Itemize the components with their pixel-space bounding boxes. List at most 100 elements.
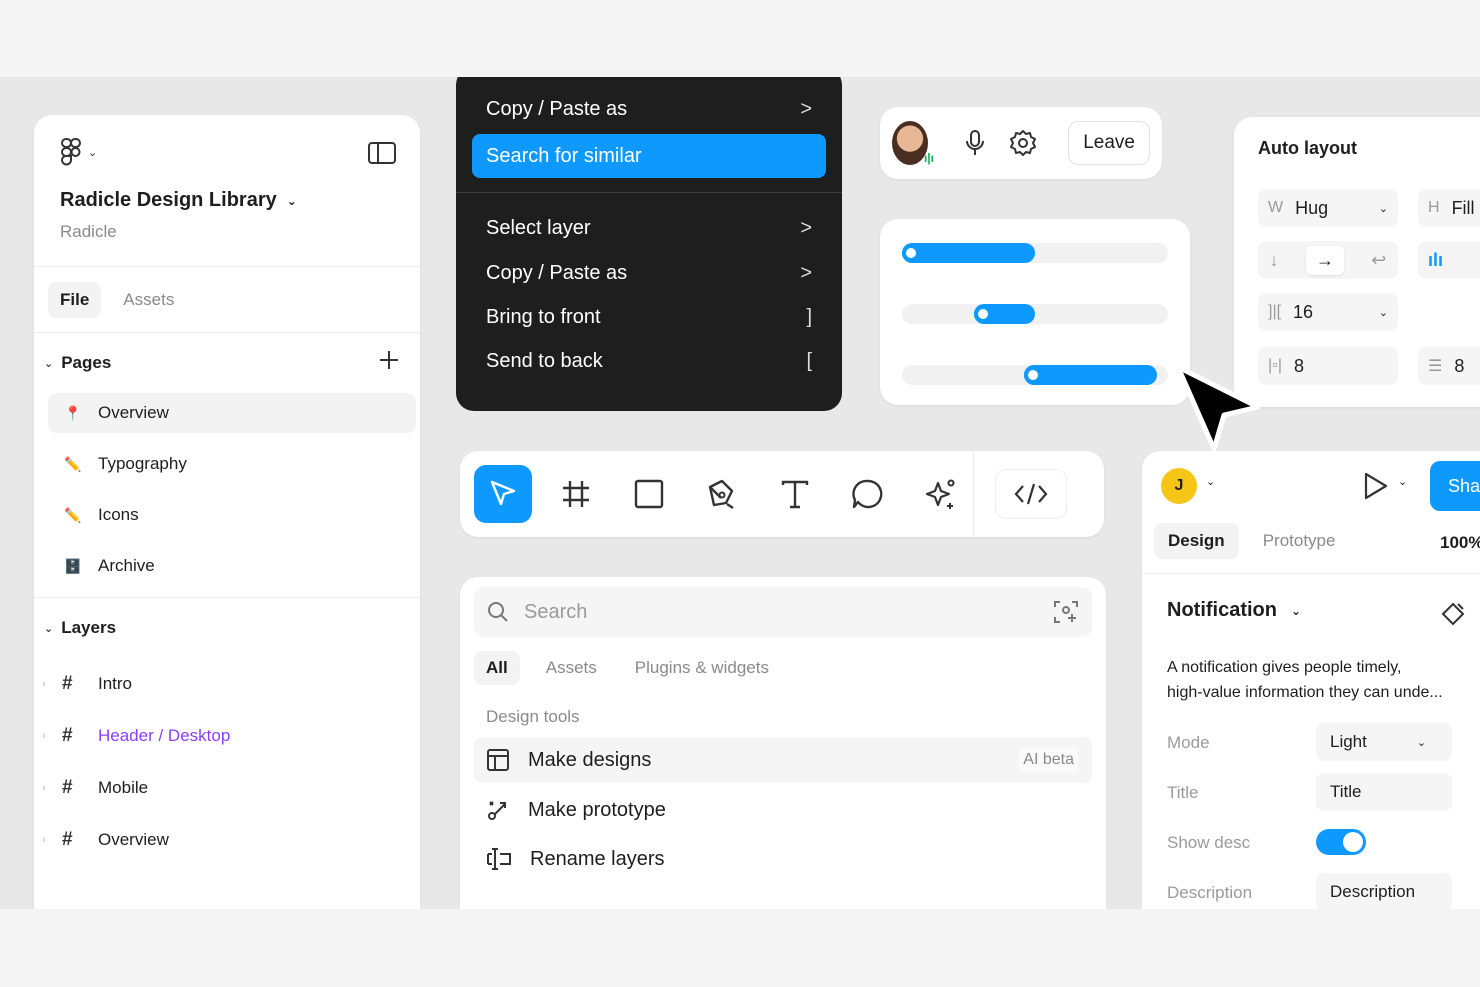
share-button[interactable]: Share <box>1430 461 1480 511</box>
page-item-archive[interactable]: 🗄️ Archive <box>48 546 416 586</box>
page-item-overview[interactable]: 📍 Overview <box>48 393 416 433</box>
tab-file[interactable]: File <box>48 281 102 318</box>
auto-layout-title: Auto layout <box>1258 138 1357 158</box>
rectangle-tool[interactable] <box>620 465 678 523</box>
chevron-down-icon: ⌄ <box>1378 306 1388 319</box>
menu-item-copy-paste-as[interactable]: Copy / Paste as > <box>472 87 826 131</box>
frame-tool[interactable] <box>547 465 605 523</box>
ai-beta-badge: AI beta <box>1019 748 1078 772</box>
search-box[interactable] <box>474 587 1092 637</box>
chevron-right-icon: > <box>800 261 812 284</box>
text-tool[interactable] <box>766 465 824 523</box>
menu-item-copy-paste-as-2[interactable]: Copy / Paste as > <box>472 251 826 295</box>
move-tool[interactable] <box>474 465 532 523</box>
section-heading-design-tools: Design tools <box>486 707 580 726</box>
left-sidebar: ⌄ Radicle Design Library ⌄ Radicle File … <box>34 115 420 909</box>
action-make-designs[interactable]: Make designs AI beta <box>474 737 1092 783</box>
pages-section-header[interactable]: ⌄ Pages <box>34 333 420 393</box>
arrow-right-icon[interactable]: → <box>1305 245 1344 275</box>
play-present-icon[interactable] <box>1360 471 1390 501</box>
direction-toggle[interactable]: ↓ → ↩ <box>1258 241 1398 279</box>
alignment-icon: ılı <box>1428 249 1444 270</box>
description-field[interactable]: Description <box>1316 873 1452 909</box>
component-description-line-1: A notification gives people timely, <box>1167 659 1402 676</box>
slider-handle[interactable] <box>902 244 920 262</box>
ai-search-icon[interactable] <box>1052 598 1080 626</box>
layer-label: Overview <box>98 830 169 849</box>
show-desc-toggle[interactable] <box>1316 829 1366 855</box>
horizontal-padding-input[interactable]: |▫| 8 <box>1258 347 1398 385</box>
menu-item-send-to-back[interactable]: Send to back [ <box>472 339 826 383</box>
participant-avatar[interactable]: ı|ı <box>892 121 934 165</box>
gap-input[interactable]: ]|[ 16 ⌄ <box>1258 293 1398 331</box>
chevron-down-icon[interactable]: ⌄ <box>1206 475 1215 488</box>
tab-design[interactable]: Design <box>1154 523 1239 559</box>
tab-prototype[interactable]: Prototype <box>1249 523 1350 559</box>
tab-assets[interactable]: Assets <box>111 282 186 318</box>
component-title[interactable]: Notification ⌄ <box>1167 599 1301 622</box>
divider <box>1142 573 1480 574</box>
project-subtitle: Radicle <box>60 222 117 241</box>
height-dropdown[interactable]: H Fill <box>1418 189 1480 227</box>
leave-call-button[interactable]: Leave <box>1068 121 1150 165</box>
wrap-icon[interactable]: ↩ <box>1371 250 1386 271</box>
chevron-down-icon: ⌄ <box>44 622 54 635</box>
menu-item-bring-to-front[interactable]: Bring to front ] <box>472 295 826 339</box>
range-slider-2[interactable] <box>902 304 1168 324</box>
page-item-icons[interactable]: ✏️ Icons <box>48 495 416 535</box>
pen-tool[interactable] <box>693 465 751 523</box>
search-input[interactable] <box>524 600 1004 624</box>
mode-dropdown[interactable]: Light ⌄ <box>1316 723 1452 761</box>
chevron-down-icon[interactable]: ⌄ <box>1398 475 1407 488</box>
layers-section-header[interactable]: ⌄ Layers <box>34 598 420 658</box>
edit-component-icon[interactable] <box>1440 601 1466 627</box>
chevron-right-icon[interactable]: › <box>42 782 62 794</box>
auto-layout-panel: Auto layout W Hug ⌄ H Fill ↓ → ↩ ılı ]|[… <box>1234 117 1480 407</box>
action-make-prototype[interactable]: Make prototype <box>474 787 1092 833</box>
tab-all[interactable]: All <box>474 651 520 685</box>
title-field[interactable]: Title <box>1316 773 1452 811</box>
page-item-typography[interactable]: ✏️ Typography <box>48 444 416 484</box>
range-slider-1[interactable] <box>902 243 1168 263</box>
layer-item-header-desktop[interactable]: › # Header / Desktop <box>34 710 420 762</box>
vertical-padding-input[interactable]: ☰ 8 <box>1418 347 1480 385</box>
chevron-right-icon[interactable]: › <box>42 834 62 846</box>
show-desc-label: Show desc <box>1167 833 1251 852</box>
menu-item-label: Select layer <box>486 216 591 239</box>
range-slider-3[interactable] <box>902 365 1168 385</box>
main-menu-button[interactable]: ⌄ <box>60 137 394 167</box>
tab-plugins-widgets[interactable]: Plugins & widgets <box>623 651 781 685</box>
chevron-down-icon: ⌄ <box>1416 736 1427 749</box>
zoom-level[interactable]: 100% <box>1440 533 1480 553</box>
chevron-down-icon: ⌄ <box>286 193 297 208</box>
action-rename-layers[interactable]: Rename layers <box>474 836 1092 882</box>
layer-item-intro[interactable]: › # Intro <box>34 658 420 710</box>
microphone-icon[interactable] <box>956 128 994 158</box>
design-properties-panel: J ⌄ ⌄ Share Design Prototype 100% Notifi… <box>1142 451 1480 909</box>
add-page-icon[interactable] <box>378 349 400 371</box>
tab-assets[interactable]: Assets <box>534 651 609 685</box>
component-name: Notification <box>1167 599 1277 621</box>
slider-handle[interactable] <box>973 305 992 323</box>
menu-item-search-similar[interactable]: Search for similar <box>472 134 826 178</box>
chevron-right-icon[interactable]: › <box>42 678 62 690</box>
layer-item-mobile[interactable]: › # Mobile <box>34 762 420 814</box>
dev-mode-toggle[interactable] <box>996 470 1066 518</box>
action-label: Make prototype <box>528 798 666 821</box>
action-label: Rename layers <box>530 847 665 870</box>
alignment-grid[interactable]: ılı <box>1418 241 1480 279</box>
ai-actions-tool[interactable] <box>912 465 970 523</box>
horizontal-padding-icon: |▫| <box>1268 357 1282 374</box>
width-dropdown[interactable]: W Hug ⌄ <box>1258 189 1398 227</box>
menu-item-select-layer[interactable]: Select layer > <box>472 206 826 250</box>
user-avatar[interactable]: J <box>1161 468 1197 504</box>
project-title[interactable]: Radicle Design Library ⌄ <box>60 189 394 212</box>
page-label: Icons <box>98 505 139 524</box>
comment-tool[interactable] <box>839 465 897 523</box>
layer-item-overview[interactable]: › # Overview <box>34 814 420 866</box>
settings-gear-icon[interactable] <box>1008 128 1038 158</box>
panel-toggle-icon[interactable] <box>368 142 396 164</box>
chevron-right-icon[interactable]: › <box>42 730 62 742</box>
chevron-down-icon: ⌄ <box>88 146 98 159</box>
arrow-down-icon[interactable]: ↓ <box>1270 250 1279 271</box>
